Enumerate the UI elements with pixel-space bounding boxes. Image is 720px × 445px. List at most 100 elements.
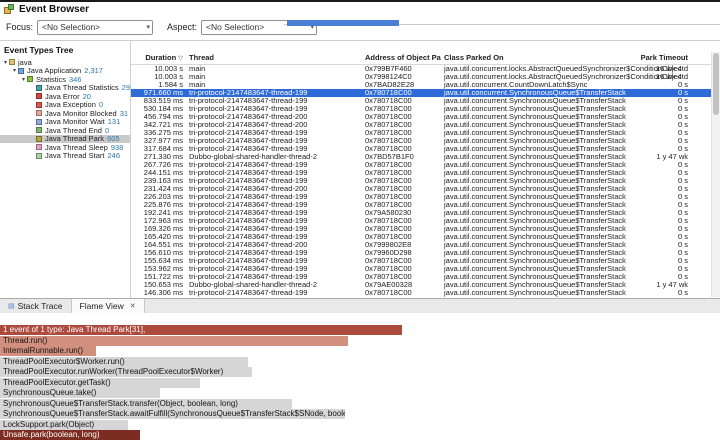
- cell-duration: 192.241 ms: [143, 209, 183, 217]
- event-count-badge: 2,317: [84, 66, 103, 76]
- column-header-address-of-object-pa[interactable]: Address of Object Pa: [365, 52, 441, 64]
- table-row[interactable]: 156.610 ms tri-protocol-2147483647-thread…: [131, 249, 712, 257]
- table-row[interactable]: 971.660 ms tri-protocol-2147483647-thread…: [131, 89, 712, 97]
- flame-frame[interactable]: ThreadPoolExecutor$Worker.run(): [0, 356, 248, 367]
- table-row[interactable]: 10.003 s main 0x799B7F460 java.util.concurr…: [131, 65, 712, 73]
- flame-frame[interactable]: ThreadPoolExecutor.runWorker(ThreadPoolE…: [0, 367, 252, 377]
- table-row[interactable]: 225.876 ms tri-protocol-2147483647-thread…: [131, 201, 712, 209]
- tree-item-java-thread-sleep[interactable]: Java Thread Sleep 938: [0, 143, 130, 152]
- tree-item-java-thread-statistics[interactable]: Java Thread Statistics 29: [0, 83, 130, 93]
- table-row[interactable]: 327.977 ms tri-protocol-2147483647-thread…: [131, 137, 712, 145]
- page-title: Event Browser: [19, 4, 90, 15]
- table-row[interactable]: 239.163 ms tri-protocol-2147483647-thread…: [131, 177, 712, 185]
- tree-item-java-monitor-blocked[interactable]: Java Monitor Blocked 31: [0, 109, 130, 118]
- table-row[interactable]: 231.424 ms tri-protocol-2147483647-thread…: [131, 185, 712, 193]
- tree-item-label: Java Thread Start: [45, 151, 105, 161]
- cell-duration: 342.721 ms: [143, 121, 183, 129]
- table-row[interactable]: 1.584 s main 0x7BAD82E28 java.util.concurre…: [131, 81, 712, 89]
- close-icon[interactable]: ✕: [130, 302, 136, 310]
- focus-select[interactable]: <No Selection> ▾: [37, 19, 154, 35]
- tree-item-java-thread-park[interactable]: Java Thread Park 605: [0, 134, 130, 143]
- vertical-scrollbar[interactable]: [711, 52, 720, 297]
- table-row[interactable]: 10.003 s main 0x7998124C0 java.util.concurr…: [131, 73, 712, 81]
- tree-item-java-exception[interactable]: Java Exception 0: [0, 101, 130, 109]
- table-row[interactable]: 342.721 ms tri-protocol-2147483647-thread…: [131, 121, 712, 129]
- flame-frame[interactable]: Thread.run(): [0, 335, 348, 346]
- tree-item-java-application[interactable]: ▾ Java Application 2,317: [0, 67, 130, 76]
- flame-frame[interactable]: SynchronousQueue$TransferStack.awaitFulf…: [0, 409, 345, 419]
- cell-address-of-object-pa: 0x780718C00: [365, 265, 412, 273]
- cell-park-timeout: 0 s: [677, 209, 688, 217]
- table-row[interactable]: 151.722 ms tri-protocol-2147483647-thread…: [131, 273, 712, 281]
- timeline-selection[interactable]: [287, 20, 399, 26]
- table-row[interactable]: 530.184 ms tri-protocol-2147483647-thread…: [131, 105, 712, 113]
- tab-flame-view[interactable]: Flame View ✕: [71, 299, 145, 313]
- tab-stack-trace[interactable]: ▤ Stack Trace: [0, 299, 72, 313]
- table-row[interactable]: 169.326 ms tri-protocol-2147483647-thread…: [131, 225, 712, 233]
- cell-thread: tri-protocol-2147483647-thread-199: [189, 169, 308, 177]
- twistie-icon[interactable]: ▾: [11, 67, 18, 74]
- cell-duration: 226.203 ms: [143, 193, 183, 201]
- column-header-thread[interactable]: Thread: [189, 52, 361, 64]
- event-count-badge: 31: [119, 109, 129, 118]
- tree-item-java-thread-start[interactable]: Java Thread Start 246: [0, 151, 130, 161]
- flame-frame[interactable]: SynchronousQueue$TransferStack.transfer(…: [0, 398, 292, 409]
- twistie-icon[interactable]: ▾: [20, 76, 27, 83]
- table-row[interactable]: 226.203 ms tri-protocol-2147483647-thread…: [131, 193, 712, 201]
- table-row[interactable]: 271.330 ms Dubbo-global-shared-handler-th…: [131, 153, 712, 161]
- cell-thread: tri-protocol-2147483647-thread-199: [189, 177, 308, 185]
- table-row[interactable]: 192.241 ms tri-protocol-2147483647-thread…: [131, 209, 712, 217]
- twistie-icon[interactable]: ▾: [2, 59, 9, 66]
- tree-item-java-monitor-wait[interactable]: Java Monitor Wait 131: [0, 118, 130, 126]
- table-row[interactable]: 172.963 ms tri-protocol-2147483647-thread…: [131, 217, 712, 225]
- table-row[interactable]: 833.519 ms tri-protocol-2147483647-thread…: [131, 97, 712, 105]
- table-row[interactable]: 164.551 ms tri-protocol-2147483647-thread…: [131, 241, 712, 249]
- table-header-row: Duration ▽ Thread Address of Object Pa Clas…: [131, 52, 712, 65]
- flame-frame[interactable]: ThreadPoolExecutor.getTask(): [0, 377, 200, 388]
- cell-address-of-object-pa: 0x780718C00: [365, 257, 412, 265]
- cell-thread: tri-protocol-2147483647-thread-199: [189, 201, 308, 209]
- cell-park-timeout: 1 y 47 wk: [656, 281, 688, 289]
- cell-park-timeout: 0 s: [677, 81, 688, 89]
- cell-park-timeout: 0 s: [677, 145, 688, 153]
- tree-item-java[interactable]: ▾ java: [0, 58, 130, 67]
- chevron-down-icon: ▾: [146, 24, 151, 31]
- flame-frame[interactable]: 1 event of 1 type: Java Thread Park[31],: [0, 325, 402, 335]
- table-row[interactable]: 150.653 ms Dubbo-global-shared-handler-th…: [131, 281, 712, 289]
- cell-park-timeout: 0 s: [677, 241, 688, 249]
- cell-duration: 165.420 ms: [143, 233, 183, 241]
- cell-thread: tri-protocol-2147483647-thread-199: [189, 257, 308, 265]
- table-body: 10.003 s main 0x799B7F460 java.util.concurr…: [131, 65, 712, 298]
- table-row[interactable]: 244.151 ms tri-protocol-2147483647-thread…: [131, 169, 712, 177]
- table-row[interactable]: 267.726 ms tri-protocol-2147483647-thread…: [131, 161, 712, 169]
- flame-frame[interactable]: SynchronousQueue.take(): [0, 388, 160, 398]
- table-row[interactable]: 165.420 ms tri-protocol-2147483647-thread…: [131, 233, 712, 241]
- tree-item-label: Java Thread Statistics: [45, 83, 119, 93]
- flame-frame[interactable]: InternalRunnable.run(): [0, 346, 96, 356]
- table-row[interactable]: 146.306 ms tri-protocol-2147483647-thread…: [131, 289, 712, 297]
- java-application-icon: [18, 67, 24, 74]
- table-row[interactable]: 317.684 ms tri-protocol-2147483647-thread…: [131, 145, 712, 153]
- tab-label: Stack Trace: [17, 301, 63, 311]
- scrollbar-thumb[interactable]: [713, 53, 719, 115]
- tree-item-java-error[interactable]: Java Error 20: [0, 92, 130, 101]
- flame-frame[interactable]: Unsafe.park(boolean, long): [0, 430, 140, 440]
- table-row[interactable]: 336.275 ms tri-protocol-2147483647-thread…: [131, 129, 712, 137]
- event-types-tree: ▾ java ▾ Java Application 2,317 ▾ Statistics 34…: [0, 58, 130, 160]
- table-row[interactable]: 155.634 ms tri-protocol-2147483647-thread…: [131, 257, 712, 265]
- folder-icon: [9, 59, 15, 66]
- cell-duration: 164.551 ms: [143, 241, 183, 249]
- flame-frame[interactable]: LockSupport.park(Object): [0, 419, 128, 430]
- column-header-duration[interactable]: Duration ▽: [131, 52, 183, 64]
- column-header-park-timeout[interactable]: Park Timeout: [631, 52, 688, 64]
- cell-address-of-object-pa: 0x7999802E8: [365, 241, 412, 249]
- tree-item-java-thread-end[interactable]: Java Thread End 0: [0, 126, 130, 135]
- table-row[interactable]: 153.962 ms tri-protocol-2147483647-thread…: [131, 265, 712, 273]
- table-row[interactable]: 456.794 ms tri-protocol-2147483647-thread…: [131, 113, 712, 121]
- cell-thread: Dubbo-global-shared-handler-thread-2: [189, 281, 317, 289]
- tree-item-statistics[interactable]: ▾ Statistics 346: [0, 75, 130, 84]
- event-count-badge: 246: [107, 151, 120, 161]
- cell-thread: tri-protocol-2147483647-thread-199: [189, 209, 308, 217]
- toolbar: Focus: <No Selection> ▾ Aspect: <No Sele…: [6, 18, 331, 36]
- cell-duration: 231.424 ms: [143, 185, 183, 193]
